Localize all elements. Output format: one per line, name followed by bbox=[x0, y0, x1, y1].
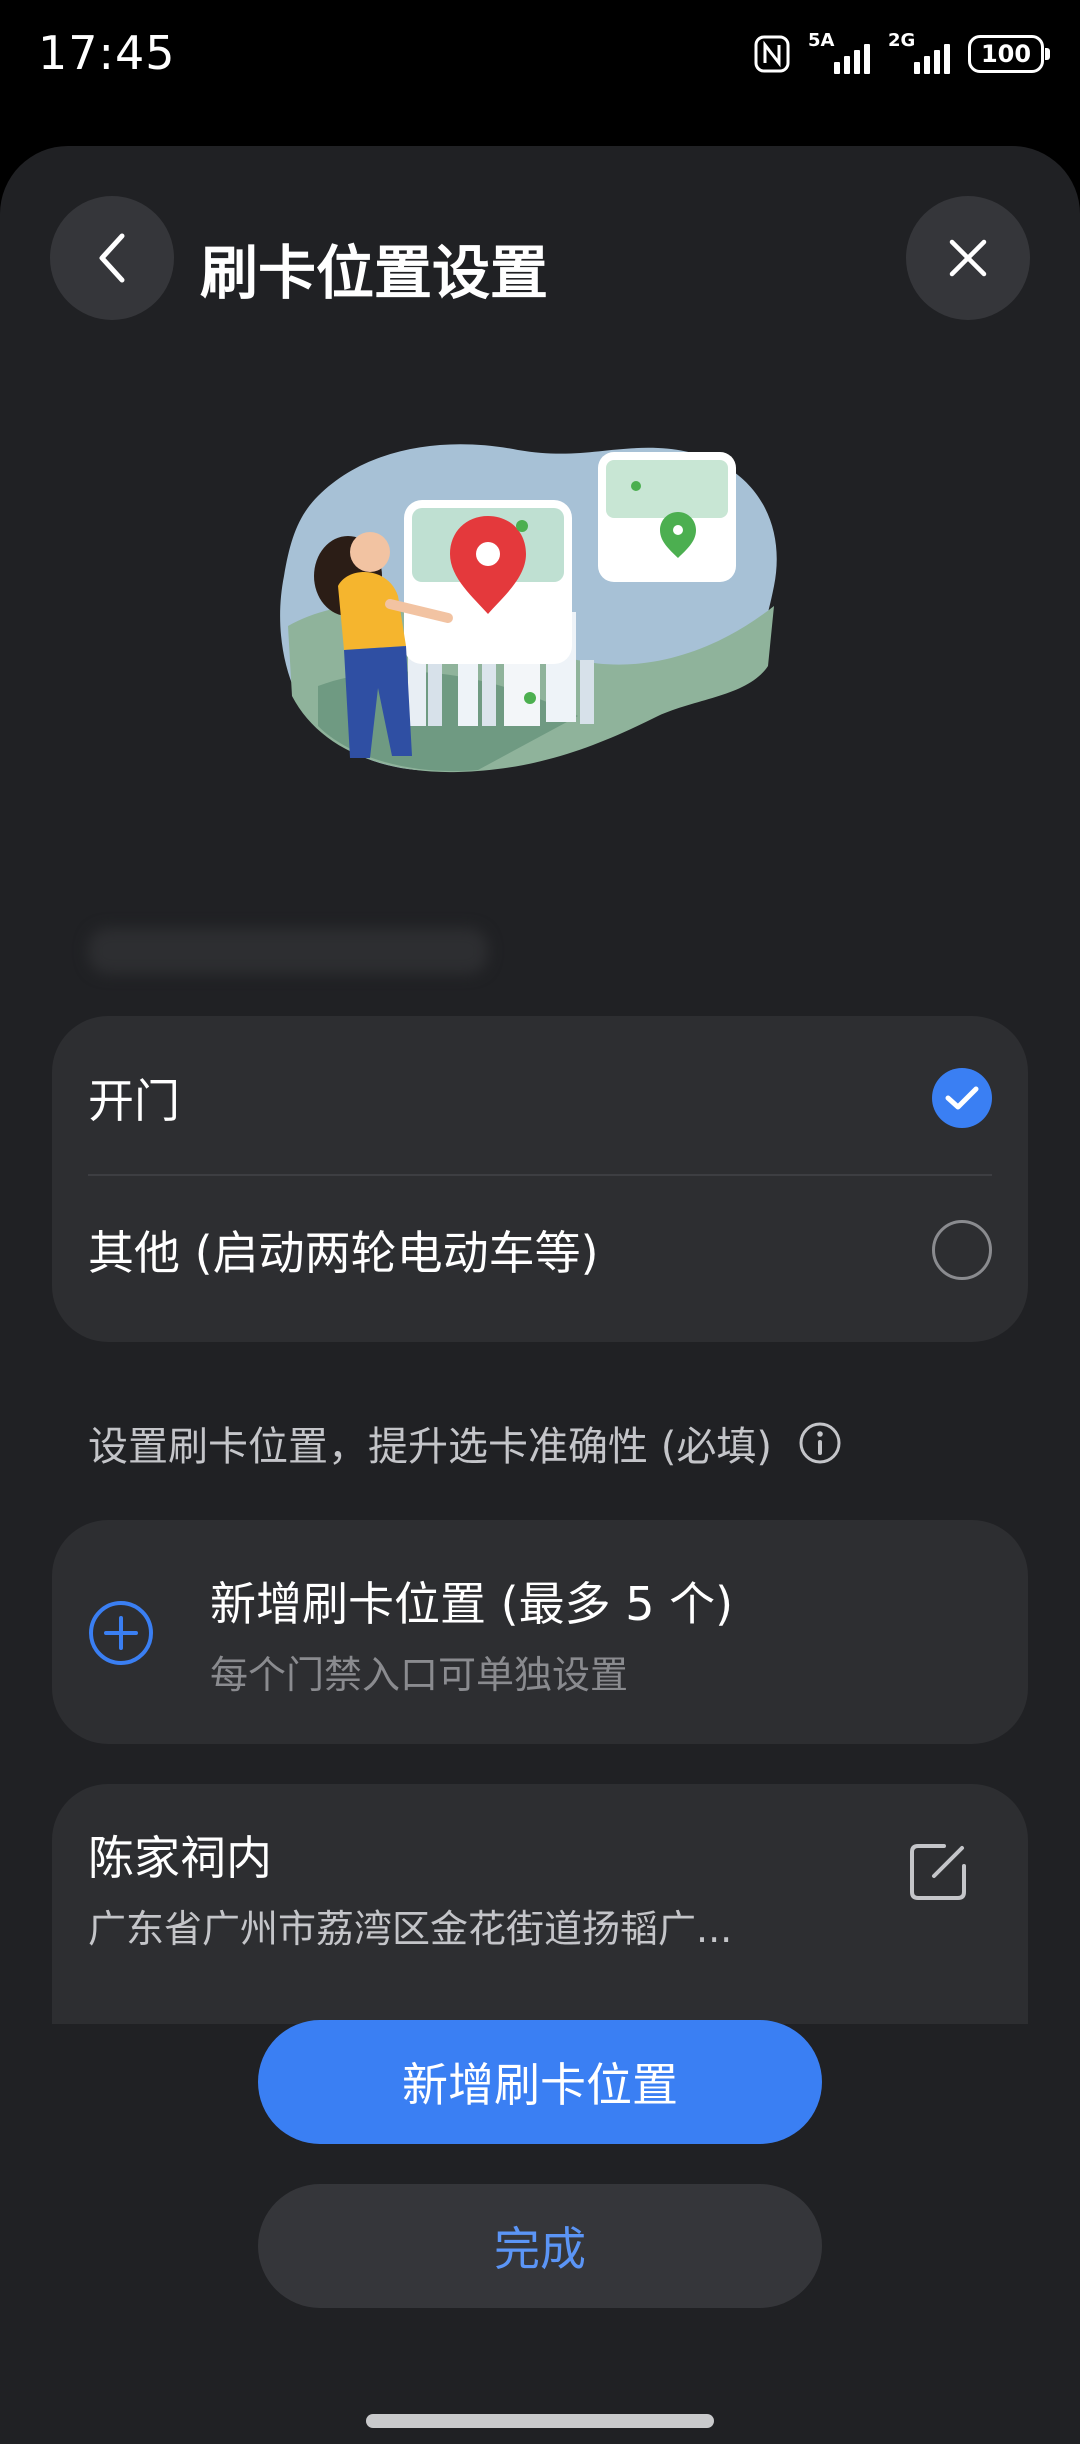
battery-icon: 100 bbox=[968, 35, 1050, 73]
add-location-title: 新增刷卡位置 (最多 5 个) bbox=[210, 1577, 734, 1631]
signal-2g-icon: 2G bbox=[888, 30, 950, 74]
location-illustration bbox=[280, 444, 777, 773]
back-button[interactable] bbox=[50, 196, 174, 320]
radio-selected[interactable] bbox=[932, 1068, 992, 1128]
location-hint-text: 设置刷卡位置，提升选卡准确性 (必填) bbox=[88, 1424, 772, 1470]
add-circle-icon bbox=[89, 1601, 153, 1665]
location-name: 陈家祠内 bbox=[88, 1831, 272, 1885]
home-indicator[interactable] bbox=[366, 2414, 714, 2428]
location-address: 广东省广州市荔湾区金花街道扬韬广... bbox=[88, 1907, 733, 1951]
radio-unselected[interactable] bbox=[932, 1220, 992, 1280]
signal-5a-label: 5A bbox=[808, 30, 835, 51]
add-location-button[interactable]: 新增刷卡位置 bbox=[258, 2020, 822, 2144]
add-location-card[interactable]: 新增刷卡位置 (最多 5 个) 每个门禁入口可单独设置 bbox=[52, 1520, 1028, 1744]
page-title: 刷卡位置设置 bbox=[200, 239, 549, 307]
signal-5a-icon: 5A bbox=[808, 30, 870, 74]
location-item[interactable]: 陈家祠内 广东省广州市荔湾区金花街道扬韬广... bbox=[52, 1784, 1028, 2024]
done-button[interactable]: 完成 bbox=[258, 2184, 822, 2308]
close-button[interactable] bbox=[906, 196, 1030, 320]
option-label: 其他 (启动两轮电动车等) bbox=[88, 1226, 599, 1280]
option-other[interactable]: 其他 (启动两轮电动车等) bbox=[88, 1174, 992, 1326]
close-icon bbox=[949, 239, 987, 277]
location-hint: 设置刷卡位置，提升选卡准确性 (必填) bbox=[88, 1414, 842, 1472]
edit-icon[interactable] bbox=[904, 1838, 972, 1906]
chevron-left-icon bbox=[99, 233, 125, 283]
status-icons: 5A 2G 100 bbox=[754, 30, 1050, 74]
status-time: 17:45 bbox=[38, 26, 176, 80]
blurred-section-label bbox=[88, 928, 488, 974]
battery-level: 100 bbox=[980, 40, 1032, 68]
signal-2g-label: 2G bbox=[888, 30, 916, 51]
option-open-door[interactable]: 开门 bbox=[88, 1022, 992, 1176]
checkmark-icon bbox=[945, 1086, 979, 1110]
status-bar: 17:45 5A 2G 100 bbox=[0, 0, 1080, 110]
settings-sheet: 刷卡位置设置 开门 其他 (启动两轮电动车等) 设置刷卡位置，提升选卡准确性 (… bbox=[0, 146, 1080, 2444]
option-label: 开门 bbox=[88, 1074, 180, 1128]
info-icon[interactable] bbox=[798, 1421, 842, 1465]
purpose-options-card: 开门 其他 (启动两轮电动车等) bbox=[52, 1016, 1028, 1342]
nfc-icon bbox=[754, 35, 790, 73]
add-location-subtitle: 每个门禁入口可单独设置 bbox=[210, 1653, 629, 1697]
